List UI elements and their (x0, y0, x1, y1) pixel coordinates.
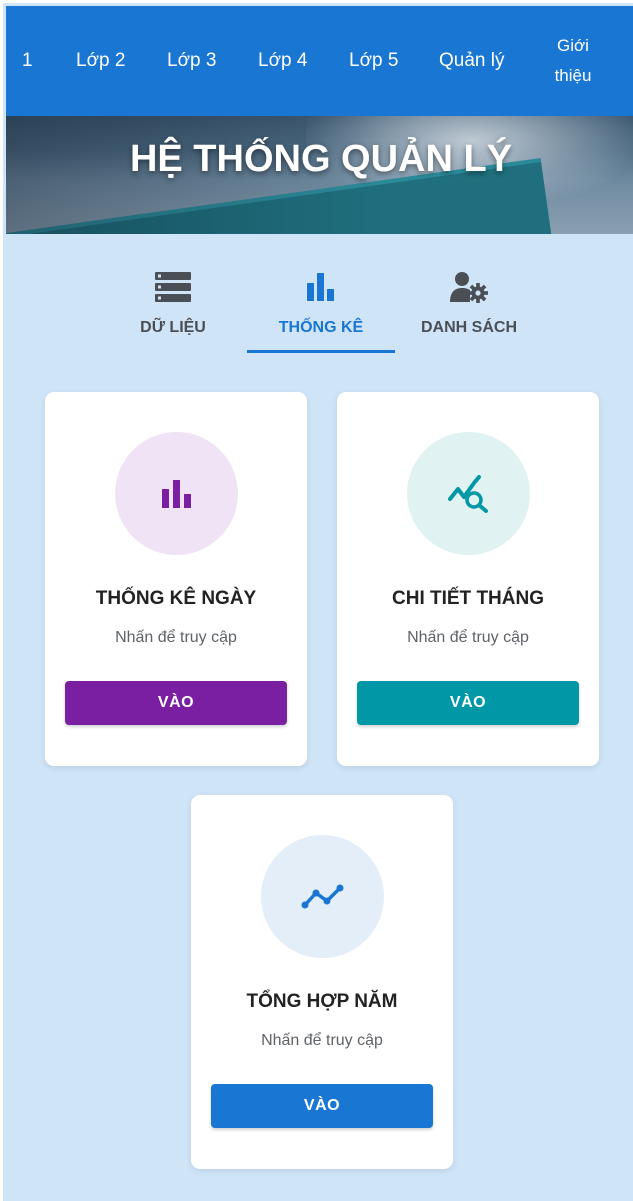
nav-item-lop-4[interactable]: Lớp 4 (258, 46, 307, 76)
enter-button[interactable]: VÀO (211, 1084, 433, 1128)
tab-thong-ke[interactable]: THỐNG KÊ (247, 265, 395, 353)
nav-item-quan-ly[interactable]: Quản lý (439, 46, 504, 76)
tab-thong-ke-label: THỐNG KÊ (278, 319, 364, 336)
card-icon-circle (261, 835, 384, 958)
card-subtitle: Nhấn để truy cập (115, 629, 237, 646)
enter-button[interactable]: VÀO (357, 681, 579, 725)
card-chi-tiet-thang: CHI TIẾT THÁNG Nhấn để truy cập VÀO (337, 392, 599, 766)
tab-danh-sach[interactable]: DANH SÁCH (395, 265, 543, 353)
nav-item-lop-2[interactable]: Lớp 2 (76, 46, 125, 76)
nav-item-gioi-thieu[interactable]: Giới thiệu (548, 31, 598, 91)
tab-du-lieu-label: DỮ LIỆU (140, 319, 206, 336)
page-title: HỆ THỐNG QUẢN LÝ (129, 138, 513, 180)
nav-item-lop-5[interactable]: Lớp 5 (349, 46, 398, 76)
server-icon (155, 272, 191, 302)
tab-danh-sach-label: DANH SÁCH (421, 319, 517, 336)
nav-item-lop-3[interactable]: Lớp 3 (167, 46, 216, 76)
user-gear-icon (450, 272, 488, 303)
bar-chart-icon (161, 479, 191, 508)
card-subtitle: Nhấn để truy cập (407, 629, 529, 646)
card-title: TỔNG HỢP NĂM (246, 991, 398, 1012)
card-subtitle: Nhấn để truy cập (261, 1032, 383, 1049)
nav-item-gioi-thieu-line1: Giới (557, 36, 589, 55)
nav-item-gioi-thieu-line2: thiệu (554, 66, 592, 85)
card-icon-circle (115, 432, 238, 555)
hero-banner: HỆ THỐNG QUẢN LÝ (6, 116, 633, 234)
nav-item-1[interactable]: 1 (22, 46, 33, 76)
card-tong-hop-nam: TỔNG HỢP NĂM Nhấn để truy cập VÀO (191, 795, 453, 1169)
card-thong-ke-ngay: THỐNG KÊ NGÀY Nhấn để truy cập VÀO (45, 392, 307, 766)
tab-du-lieu[interactable]: DỮ LIỆU (99, 265, 247, 353)
top-navbar: 1 Lớp 2 Lớp 3 Lớp 4 Lớp 5 Quản lý Giới t… (6, 6, 633, 116)
card-icon-circle (407, 432, 530, 555)
chart-search-icon (447, 474, 488, 513)
line-chart-icon (301, 884, 343, 908)
enter-button[interactable]: VÀO (65, 681, 287, 725)
card-title: CHI TIẾT THÁNG (392, 588, 544, 609)
bar-chart-icon (307, 273, 334, 301)
card-title: THỐNG KÊ NGÀY (95, 588, 257, 609)
